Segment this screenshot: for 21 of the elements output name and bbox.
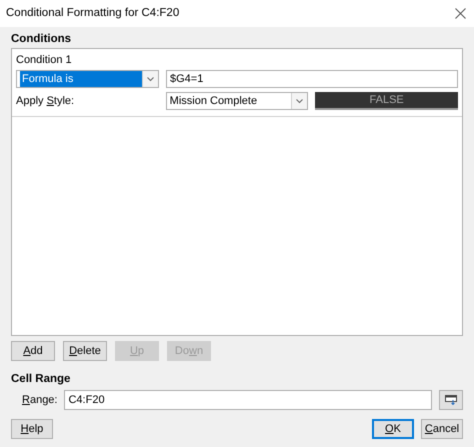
window-title: Conditional Formatting for C4:F20 <box>6 6 180 21</box>
style-preview: FALSE <box>315 92 458 110</box>
list-button[interactable]: Delete <box>63 341 107 361</box>
close-icon[interactable] <box>455 8 466 19</box>
section-heading: Conditions <box>11 32 72 47</box>
condition-type-dropdown[interactable]: Formula is <box>16 70 159 88</box>
condition-title: Condition 1 <box>16 53 73 68</box>
dialog-button[interactable]: Cancel <box>421 419 463 439</box>
section-heading: Cell Range <box>11 372 72 387</box>
style-dropdown[interactable]: Mission Complete <box>166 92 308 110</box>
range-label: Range: <box>22 392 58 408</box>
list-button[interactable]: Add <box>11 341 55 361</box>
dialog-button[interactable]: OK <box>372 419 414 439</box>
caret-icon <box>296 98 304 104</box>
dialog-button[interactable]: Help <box>11 419 53 439</box>
apply-style-label: Apply Style: <box>16 94 76 109</box>
caret-icon <box>147 76 154 82</box>
shrink-button[interactable] <box>439 390 463 410</box>
collapse-dialog-icon <box>445 395 457 405</box>
formula-field[interactable]: $G4=1 <box>166 70 458 88</box>
range-field[interactable]: C4:F20 <box>64 390 432 410</box>
